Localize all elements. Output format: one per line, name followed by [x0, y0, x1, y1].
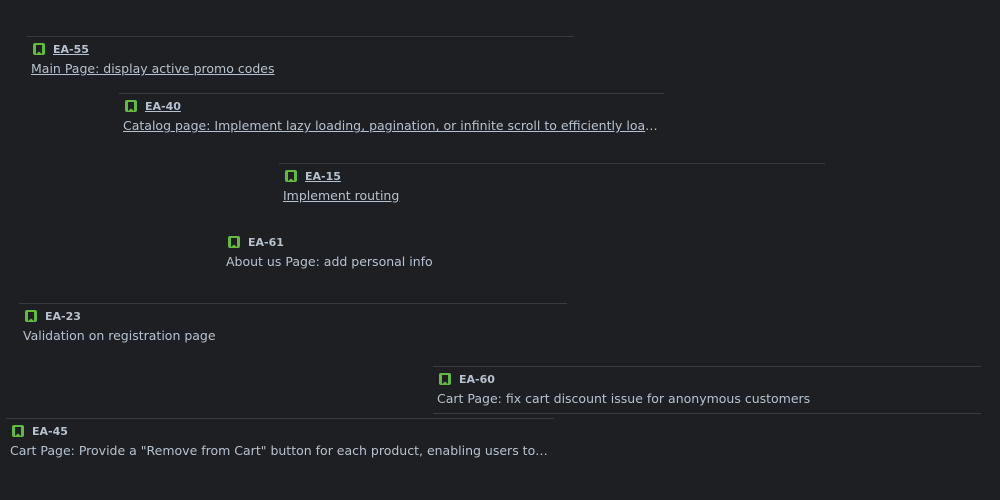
issue-header: EA-61	[222, 234, 762, 250]
story-icon	[228, 236, 240, 248]
issue-summary-link[interactable]: Catalog page: Implement lazy loading, pa…	[119, 117, 658, 134]
issue-summary-link[interactable]: Main Page: display active promo codes	[27, 60, 571, 77]
timeline-canvas: EA-55 Main Page: display active promo co…	[0, 0, 1000, 500]
issue-header: EA-60	[433, 371, 981, 387]
issue-summary: Cart Page: Provide a "Remove from Cart" …	[10, 443, 548, 458]
issue-key: EA-60	[459, 372, 495, 386]
issue-header: EA-23	[19, 308, 567, 324]
issue-header: EA-15	[279, 168, 825, 184]
story-icon	[439, 373, 451, 385]
issue-header: EA-45	[6, 423, 554, 439]
issue-key: EA-23	[45, 309, 81, 323]
issue-key-link[interactable]: EA-15	[305, 170, 341, 183]
issue-summary: About us Page: add personal info	[226, 254, 433, 269]
issue-summary: Validation on registration page	[23, 328, 216, 343]
issue-key: EA-61	[248, 235, 284, 249]
story-icon	[33, 43, 45, 55]
issue-card-ea-45[interactable]: EA-45 Cart Page: Provide a "Remove from …	[6, 418, 554, 459]
issue-card-ea-61[interactable]: EA-61 About us Page: add personal info	[222, 229, 762, 270]
issue-key-link[interactable]: EA-55	[53, 43, 89, 56]
issue-summary: Cart Page: fix cart discount issue for a…	[437, 391, 811, 406]
issue-card-ea-23[interactable]: EA-23 Validation on registration page	[19, 303, 567, 344]
story-icon	[25, 310, 37, 322]
issue-card-ea-40[interactable]: EA-40 Catalog page: Implement lazy loadi…	[119, 93, 664, 134]
issue-card-ea-60[interactable]: EA-60 Cart Page: fix cart discount issue…	[433, 366, 981, 414]
issue-key-link[interactable]: EA-40	[145, 100, 181, 113]
issue-header: EA-40	[119, 98, 664, 114]
issue-card-ea-55[interactable]: EA-55 Main Page: display active promo co…	[27, 36, 574, 77]
story-icon	[12, 425, 24, 437]
issue-key: EA-45	[32, 424, 68, 438]
story-icon	[285, 170, 297, 182]
story-icon	[125, 100, 137, 112]
issue-header: EA-55	[27, 41, 574, 57]
issue-card-ea-15[interactable]: EA-15 Implement routing	[279, 163, 825, 204]
issue-summary-link[interactable]: Implement routing	[279, 187, 818, 204]
